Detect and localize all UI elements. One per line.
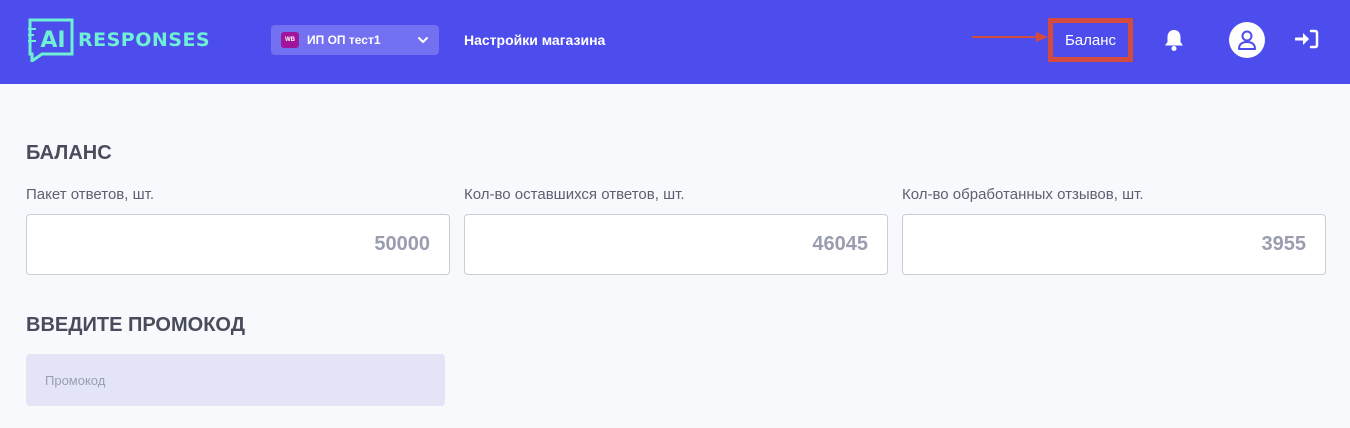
bell-icon[interactable]: [1163, 28, 1185, 52]
chevron-down-icon: [418, 37, 428, 43]
arrow-right-icon: [972, 32, 1048, 42]
store-selector[interactable]: WB ИП ОП тест1: [271, 25, 439, 55]
store-name: ИП ОП тест1: [307, 33, 381, 47]
remaining-responses-field: 46045: [464, 214, 888, 275]
promo-section-title: ВВЕДИТЕ ПРОМОКОД: [26, 314, 245, 336]
logo-text: RESPONSES: [78, 29, 211, 51]
logo[interactable]: AI RESPONSES: [28, 17, 210, 63]
balance-section-title: БАЛАНС: [26, 142, 112, 164]
store-badge: WB: [281, 32, 299, 48]
user-icon: [1238, 30, 1256, 50]
logo-icon: AI: [28, 18, 74, 62]
processed-reviews-field: 3955: [902, 214, 1326, 275]
balance-link[interactable]: Баланс: [1056, 25, 1125, 55]
remaining-responses-label: Кол-во оставшихся ответов, шт.: [464, 186, 685, 203]
logo-mark-text: AI: [40, 28, 65, 53]
logout-icon[interactable]: [1295, 28, 1319, 50]
store-settings-link[interactable]: Настройки магазина: [464, 32, 605, 48]
processed-reviews-label: Кол-во обработанных отзывов, шт.: [902, 186, 1144, 203]
responses-package-label: Пакет ответов, шт.: [26, 186, 155, 203]
top-header: AI RESPONSES WB ИП ОП тест1 Настройки ма…: [0, 0, 1350, 84]
responses-package-field: 50000: [26, 214, 450, 275]
user-avatar-button[interactable]: [1229, 22, 1265, 58]
promo-code-input[interactable]: [26, 354, 445, 406]
